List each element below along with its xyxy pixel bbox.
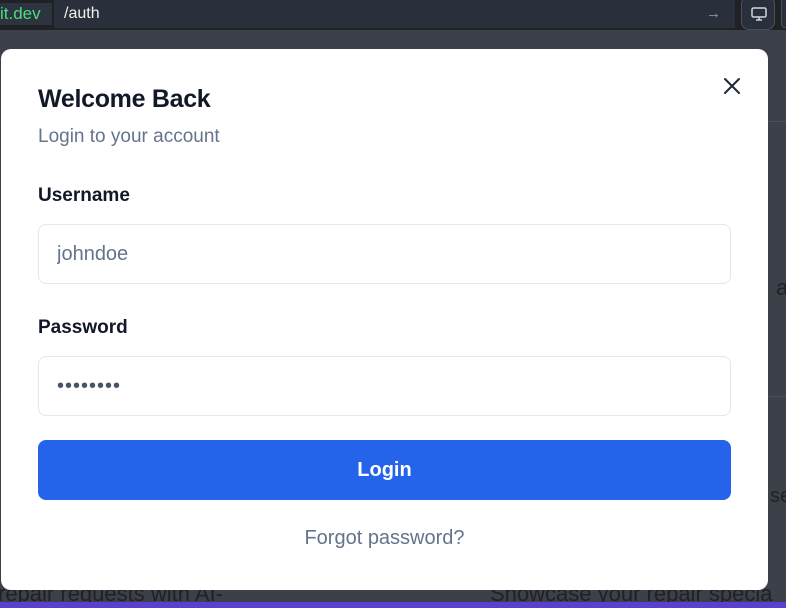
background-text: a bbox=[776, 275, 786, 300]
close-icon[interactable] bbox=[721, 75, 743, 97]
dialog-subtitle: Login to your account bbox=[38, 126, 220, 147]
url-domain: it.dev bbox=[0, 3, 52, 25]
desktop-icon bbox=[751, 7, 767, 21]
desktop-view-button[interactable] bbox=[741, 0, 775, 30]
background-text: se bbox=[770, 485, 786, 507]
forgot-password-link[interactable]: Forgot password? bbox=[1, 527, 768, 550]
page-bottom-accent bbox=[0, 602, 786, 608]
login-dialog: Welcome Back Login to your account Usern… bbox=[1, 49, 768, 590]
username-label: Username bbox=[38, 185, 130, 206]
toolbar-edge-button[interactable] bbox=[781, 0, 786, 28]
username-input[interactable] bbox=[38, 224, 731, 284]
password-label: Password bbox=[38, 317, 128, 338]
address-field[interactable]: /auth → bbox=[54, 0, 735, 28]
login-button[interactable]: Login bbox=[38, 440, 731, 500]
url-path: /auth bbox=[64, 5, 100, 22]
password-input[interactable]: •••••••• bbox=[38, 356, 731, 416]
arrow-right-icon[interactable]: → bbox=[706, 3, 721, 25]
browser-url-bar: it.dev /auth → bbox=[0, 0, 786, 30]
dialog-title: Welcome Back bbox=[38, 85, 211, 113]
